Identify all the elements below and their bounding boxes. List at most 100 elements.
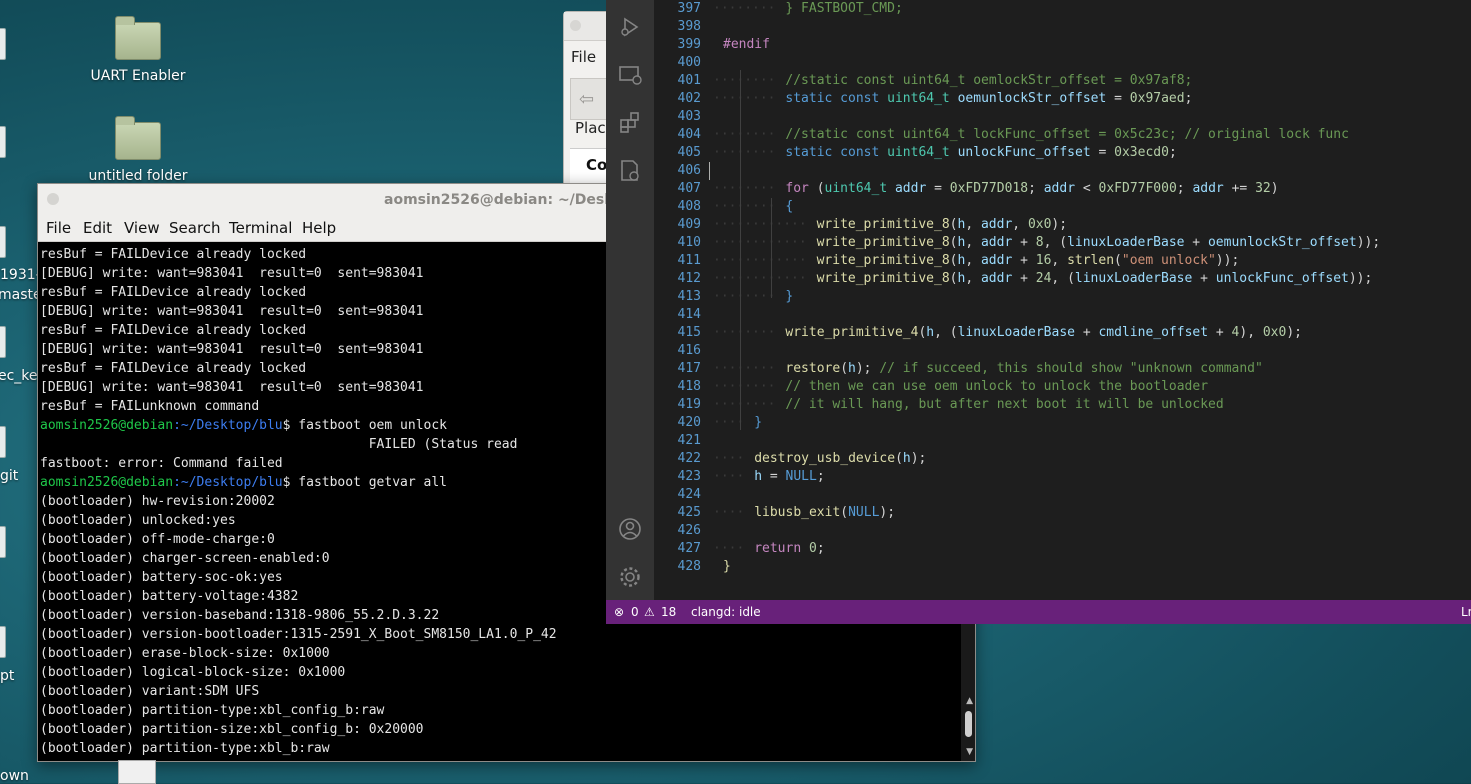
indent-guide	[771, 198, 773, 298]
line-number: 417	[677, 361, 701, 376]
code-token: =	[762, 469, 786, 484]
code-line: ···· ···· static const uint64_t oemunlockS…	[713, 91, 1193, 106]
code-line: ···· ····// then we can use oem unlock to…	[713, 379, 1209, 394]
menu-terminal[interactable]: Terminal	[229, 219, 292, 237]
code-token: write_primitive_4	[785, 325, 919, 340]
code-line: ···· return 0;	[713, 541, 825, 556]
line-number: 419	[677, 397, 701, 412]
file-icon[interactable]	[0, 526, 6, 558]
code-token: oemunlockStr_offset	[1207, 235, 1357, 250]
remote-explorer-icon[interactable]	[616, 62, 644, 90]
line-number: 410	[677, 235, 701, 250]
terminal-line: (bootloader) version-bootloader:1315-259…	[40, 627, 557, 642]
file-icon[interactable]	[0, 226, 6, 258]
code-token: static const	[785, 145, 888, 160]
file-icon[interactable]	[0, 326, 6, 358]
line-number: 411	[677, 253, 701, 268]
code-area[interactable]: ···· ····} FASTBOOT_CMD; #endif ···· ····//s…	[709, 0, 1471, 600]
account-icon[interactable]	[616, 516, 644, 544]
line-number: 418	[677, 379, 701, 394]
code-editor-window[interactable]: 397 398 399 400 401 402 403 404 405 406 407 408 409 4…	[606, 0, 1471, 624]
code-token: ;	[1176, 181, 1193, 196]
line-number: 427	[677, 541, 701, 556]
code-line: ···· ···· restore(h); // if succeed, this …	[713, 361, 1263, 376]
code-token: unlockFunc_offset	[949, 145, 1091, 160]
line-number: 405	[677, 145, 701, 160]
menu-edit[interactable]: Edit	[83, 219, 112, 237]
code-token: 24	[1035, 271, 1052, 286]
desktop-icon-untitled-folder[interactable]: untitled folder	[88, 116, 188, 184]
code-line: ···· ···· ···· write_primitive_8(h, addr, 0…	[713, 217, 1068, 232]
code-token: //static const uint64_t lockFunc_offset …	[785, 127, 1349, 142]
code-token: (	[840, 505, 849, 520]
file-icon[interactable]	[0, 426, 6, 458]
code-token: NULL	[848, 505, 880, 520]
scroll-up-icon[interactable]: ▲	[966, 696, 973, 706]
code-token: ));	[1215, 253, 1240, 268]
extensions-icon[interactable]	[616, 110, 644, 138]
menu-file[interactable]: File	[571, 48, 596, 66]
menu-file[interactable]: File	[46, 219, 71, 237]
settings-gear-icon[interactable]	[616, 564, 644, 592]
indent-guide	[740, 70, 741, 430]
code-token: 0x3ecd0	[1114, 145, 1169, 160]
window-menu-icon[interactable]	[47, 193, 59, 205]
run-debug-icon[interactable]	[616, 14, 644, 42]
window-menu-icon[interactable]	[570, 20, 581, 31]
language-server-status[interactable]: clangd: idle	[691, 605, 761, 619]
code-token: linuxLoaderBase	[957, 325, 1075, 340]
line-number: 400	[677, 55, 701, 70]
file-icon[interactable]	[0, 28, 6, 60]
code-token: 16	[1035, 253, 1052, 268]
desktop-icon-label[interactable]: ec_ke	[0, 368, 38, 384]
scroll-down-icon[interactable]: ▼	[966, 747, 973, 757]
line-number: 406	[677, 163, 701, 178]
back-arrow-icon[interactable]: ⇦	[579, 89, 594, 110]
code-token: <	[1075, 181, 1099, 196]
code-token: );	[910, 451, 927, 466]
desktop-icon-label[interactable]: git	[0, 468, 18, 484]
menu-search[interactable]: Search	[169, 219, 221, 237]
file-icon[interactable]	[0, 626, 6, 658]
prompt-user: aomsin2526@debian	[40, 475, 174, 490]
menu-help[interactable]: Help	[302, 219, 336, 237]
code-token: //static const uint64_t oemlockStr_offse…	[785, 73, 1193, 88]
cmake-icon[interactable]	[616, 158, 644, 186]
warning-icon[interactable]: ⚠	[644, 605, 655, 619]
code-token: +	[1012, 235, 1036, 250]
scrollbar-thumb[interactable]	[965, 711, 972, 737]
line-number: 397	[677, 1, 701, 16]
code-line: }	[709, 558, 1471, 576]
desktop-icon-label[interactable]: 1931-	[0, 267, 41, 283]
warning-count[interactable]: 18	[661, 605, 676, 619]
code-line: ···· ···· ···· write_primitive_8(h, addr + …	[713, 271, 1373, 286]
line-number: 423	[677, 469, 701, 484]
code-token: ,	[1051, 253, 1068, 268]
line-number: 415	[677, 325, 701, 340]
code-token: h	[926, 325, 935, 340]
code-token: , (	[1043, 235, 1068, 250]
line-number: 403	[677, 109, 701, 124]
taskbar-item[interactable]	[118, 760, 156, 784]
file-icon[interactable]	[0, 126, 6, 158]
prompt-path: :~/Desktop/blu	[173, 475, 283, 490]
code-token: addr	[1043, 181, 1076, 196]
desktop-icon-label[interactable]: own	[0, 768, 29, 784]
desktop-icon-label[interactable]: pt	[0, 668, 14, 684]
desktop-icon-label[interactable]: maste	[0, 287, 42, 303]
line-number: 428	[677, 559, 701, 574]
code-line: ···· ····// it will hang, but after next …	[713, 397, 1224, 412]
line-number-gutter: 397 398 399 400 401 402 403 404 405 406 407 408 409 4…	[654, 0, 709, 600]
prompt-command: $ fastboot getvar all	[282, 475, 448, 490]
cursor-position[interactable]: Ln	[1461, 605, 1471, 619]
error-icon[interactable]: ⊗	[614, 605, 624, 619]
error-count[interactable]: 0	[631, 605, 639, 619]
code-token: ));	[1356, 235, 1381, 250]
desktop-icon-uart-enabler[interactable]: UART Enabler	[88, 16, 188, 84]
code-token: addr	[980, 235, 1013, 250]
code-token: uint64_t	[824, 181, 888, 196]
menu-view[interactable]: View	[124, 219, 160, 237]
code-token: } FASTBOOT_CMD;	[785, 1, 903, 16]
code-token: +=	[1223, 181, 1256, 196]
